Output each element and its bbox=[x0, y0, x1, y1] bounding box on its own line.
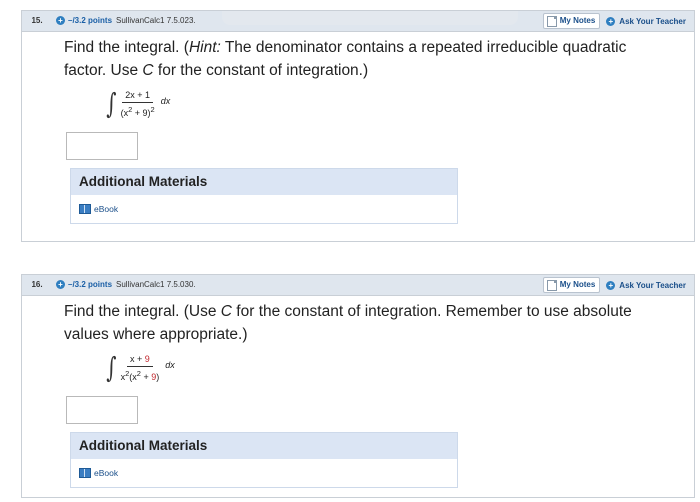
constant-variable: C bbox=[220, 303, 232, 320]
numerator: x + 9 bbox=[127, 354, 153, 367]
source-label: SullivanCalc1 7.5.023. bbox=[116, 16, 196, 25]
fraction: x + 9 x2(x2 + 9) bbox=[121, 354, 160, 382]
fraction: 2x + 1 (x2 + 9)2 bbox=[121, 90, 155, 118]
exponent: 2 bbox=[150, 105, 155, 114]
prompt-text: for the constant of integration.) bbox=[153, 62, 369, 79]
question-number: 16. bbox=[31, 280, 43, 289]
integral-expression: ∫ x + 9 x2(x2 + 9) dx bbox=[104, 350, 650, 386]
header-actions: My Notes + Ask Your Teacher bbox=[542, 277, 688, 293]
ebook-link[interactable]: eBook bbox=[79, 204, 118, 214]
denominator: x2(x2 + 9) bbox=[121, 367, 160, 382]
plus-icon: + bbox=[606, 16, 616, 26]
my-notes-label: My Notes bbox=[559, 280, 596, 289]
ebook-link[interactable]: eBook bbox=[79, 468, 118, 478]
prompt-text: Find the integral. ( bbox=[64, 39, 189, 56]
ask-teacher-button[interactable]: + Ask Your Teacher bbox=[604, 280, 688, 290]
my-notes-button[interactable]: My Notes bbox=[542, 277, 601, 293]
additional-materials: Additional Materials eBook bbox=[70, 432, 458, 488]
answer-input[interactable] bbox=[66, 132, 138, 160]
source-label: SullivanCalc1 7.5.030. bbox=[116, 280, 196, 289]
materials-title: Additional Materials bbox=[71, 433, 457, 459]
note-icon bbox=[546, 15, 557, 27]
note-icon bbox=[546, 279, 557, 291]
integral-sign: ∫ bbox=[106, 351, 117, 384]
points-label: –/3.2 points bbox=[68, 16, 113, 25]
book-icon bbox=[79, 204, 91, 214]
points-label: –/3.2 points bbox=[68, 280, 113, 289]
question-number: 15. bbox=[31, 16, 43, 25]
differential: dx bbox=[165, 360, 175, 370]
question-16: 16. + –/3.2 points SullivanCalc1 7.5.030. … bbox=[21, 274, 695, 498]
question-body: Find the integral. (Hint: The denominato… bbox=[22, 32, 694, 224]
ask-teacher-button[interactable]: + Ask Your Teacher bbox=[604, 16, 688, 26]
ask-teacher-label: Ask Your Teacher bbox=[619, 16, 686, 26]
additional-materials: Additional Materials eBook bbox=[70, 168, 458, 224]
denominator-part: (x bbox=[120, 108, 129, 118]
integral-expression: ∫ 2x + 1 (x2 + 9)2 dx bbox=[104, 86, 650, 122]
denominator-part: + 9) bbox=[132, 108, 151, 118]
points-info: + –/3.2 points SullivanCalc1 7.5.023. bbox=[56, 11, 196, 31]
question-header: 16. + –/3.2 points SullivanCalc1 7.5.030. … bbox=[22, 275, 694, 296]
numerator-part: x + bbox=[130, 354, 145, 364]
question-15: 15. + –/3.2 points SullivanCalc1 7.5.023. … bbox=[21, 10, 695, 242]
points-info: + –/3.2 points SullivanCalc1 7.5.030. bbox=[56, 275, 196, 295]
denominator-part: + bbox=[140, 372, 152, 382]
question-prompt: Find the integral. (Use C for the consta… bbox=[64, 300, 650, 346]
ask-teacher-label: Ask Your Teacher bbox=[619, 280, 686, 290]
book-icon bbox=[79, 468, 91, 478]
denominator-part: ) bbox=[156, 372, 160, 382]
my-notes-label: My Notes bbox=[559, 16, 596, 25]
denominator-part: (x bbox=[129, 372, 137, 382]
constant-variable: C bbox=[142, 62, 154, 79]
expand-icon[interactable]: + bbox=[56, 16, 65, 26]
expand-icon[interactable]: + bbox=[56, 280, 65, 290]
materials-body: eBook bbox=[71, 195, 457, 223]
answer-input[interactable] bbox=[66, 396, 138, 424]
differential: dx bbox=[160, 96, 171, 106]
question-header: 15. + –/3.2 points SullivanCalc1 7.5.023. … bbox=[22, 11, 694, 32]
hint-label: Hint: bbox=[188, 39, 221, 56]
question-prompt: Find the integral. (Hint: The denominato… bbox=[64, 36, 650, 82]
ebook-label: eBook bbox=[94, 204, 119, 214]
plus-icon: + bbox=[606, 280, 616, 290]
materials-body: eBook bbox=[71, 459, 457, 487]
prompt-text: Find the integral. (Use bbox=[64, 303, 221, 320]
browser-tab-overlay bbox=[222, 11, 518, 25]
numerator-constant: 9 bbox=[144, 354, 150, 364]
my-notes-button[interactable]: My Notes bbox=[542, 13, 601, 29]
numerator: 2x + 1 bbox=[122, 90, 154, 103]
integral-sign: ∫ bbox=[106, 87, 117, 120]
ebook-label: eBook bbox=[94, 468, 119, 478]
materials-title: Additional Materials bbox=[71, 169, 457, 195]
denominator: (x2 + 9)2 bbox=[121, 103, 155, 118]
header-actions: My Notes + Ask Your Teacher bbox=[542, 13, 688, 29]
question-body: Find the integral. (Use C for the consta… bbox=[22, 296, 694, 488]
